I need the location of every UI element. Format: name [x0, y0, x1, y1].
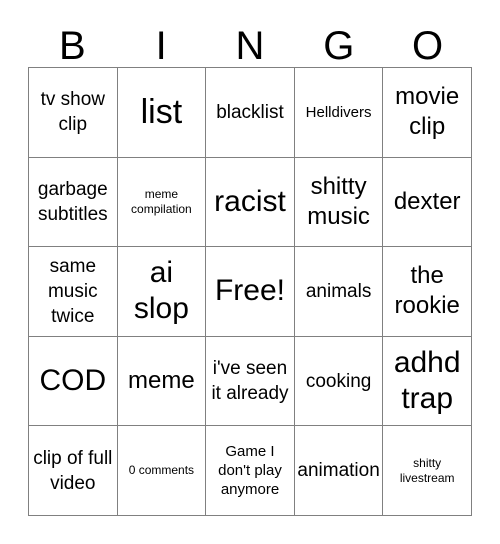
- bingo-cell-label: meme: [128, 367, 195, 395]
- bingo-cell-label: tv show clip: [40, 89, 105, 136]
- bingo-cell-o5[interactable]: shitty livestream: [383, 426, 472, 516]
- bingo-cell-label: Game I don't play anymore: [218, 443, 282, 499]
- bingo-cell-n4[interactable]: i've seen it already: [206, 336, 295, 427]
- bingo-grid: tv show clip list blacklist Helldivers m…: [28, 67, 472, 516]
- bingo-cell-i1[interactable]: list: [117, 68, 207, 158]
- bingo-cell-label: garbage subtitles: [37, 178, 108, 225]
- bingo-cell-o1[interactable]: movie clip: [383, 68, 472, 158]
- bingo-cell-label: shitty music: [307, 172, 370, 230]
- bingo-header-letter-g: G: [323, 24, 355, 68]
- bingo-header-row: B I N G O: [28, 14, 472, 67]
- bingo-cell-i2[interactable]: meme compilation: [117, 157, 207, 248]
- bingo-cell-n2[interactable]: racist: [206, 157, 295, 248]
- bingo-cell-label: i've seen it already: [211, 358, 289, 405]
- bingo-cell-label: ai slop: [133, 256, 189, 326]
- bingo-cell-o3[interactable]: the rookie: [383, 247, 472, 337]
- bingo-cell-label: list: [140, 93, 183, 132]
- bingo-cell-label: animals: [305, 280, 372, 302]
- bingo-cell-label: racist: [214, 184, 286, 218]
- bingo-cell-i3[interactable]: ai slop: [117, 247, 207, 337]
- bingo-cell-g3[interactable]: animals: [294, 247, 384, 337]
- bingo-cell-label: cooking: [305, 370, 372, 392]
- bingo-cell-label: movie clip: [395, 83, 460, 141]
- bingo-cell-b4[interactable]: COD: [29, 336, 118, 427]
- bingo-cell-g1[interactable]: Helldivers: [294, 68, 384, 158]
- bingo-cell-g2[interactable]: shitty music: [294, 157, 384, 248]
- bingo-cell-n5[interactable]: Game I don't play anymore: [206, 426, 295, 516]
- bingo-cell-label: dexter: [393, 187, 461, 215]
- bingo-cell-label: COD: [39, 364, 107, 398]
- bingo-cell-free-space[interactable]: Free!: [206, 247, 295, 337]
- bingo-cell-b1[interactable]: tv show clip: [29, 68, 118, 158]
- bingo-cell-label: the rookie: [394, 262, 460, 320]
- bingo-header-letter-n: N: [235, 24, 265, 68]
- bingo-cell-o2[interactable]: dexter: [383, 157, 472, 248]
- bingo-cell-g5[interactable]: animation: [294, 426, 384, 516]
- bingo-cell-label: 0 comments: [128, 463, 195, 478]
- bingo-cell-label: adhd trap: [393, 346, 461, 416]
- bingo-cell-label: same music twice: [47, 255, 98, 327]
- bingo-card: B I N G O tv show clip list blacklist He…: [0, 0, 500, 544]
- bingo-cell-b2[interactable]: garbage subtitles: [29, 157, 118, 248]
- bingo-cell-label: shitty livestream: [399, 455, 455, 485]
- bingo-cell-i5[interactable]: 0 comments: [117, 426, 207, 516]
- bingo-cell-label: blacklist: [216, 101, 284, 123]
- bingo-header-letter-o: O: [412, 24, 444, 68]
- bingo-cell-label: animation: [297, 460, 380, 482]
- bingo-cell-label: Helldivers: [305, 103, 372, 121]
- bingo-cell-i4[interactable]: meme: [117, 336, 207, 427]
- bingo-free-space-label: Free!: [214, 274, 285, 308]
- bingo-cell-n1[interactable]: blacklist: [206, 68, 295, 158]
- bingo-header-letter-b: B: [59, 24, 86, 68]
- bingo-header-letter-i: I: [155, 24, 167, 68]
- bingo-cell-label: clip of full video: [33, 447, 113, 494]
- bingo-cell-b3[interactable]: same music twice: [29, 247, 118, 337]
- bingo-cell-b5[interactable]: clip of full video: [29, 426, 118, 516]
- bingo-cell-label: meme compilation: [131, 186, 192, 216]
- bingo-cell-g4[interactable]: cooking: [294, 336, 384, 427]
- bingo-cell-o4[interactable]: adhd trap: [383, 336, 472, 427]
